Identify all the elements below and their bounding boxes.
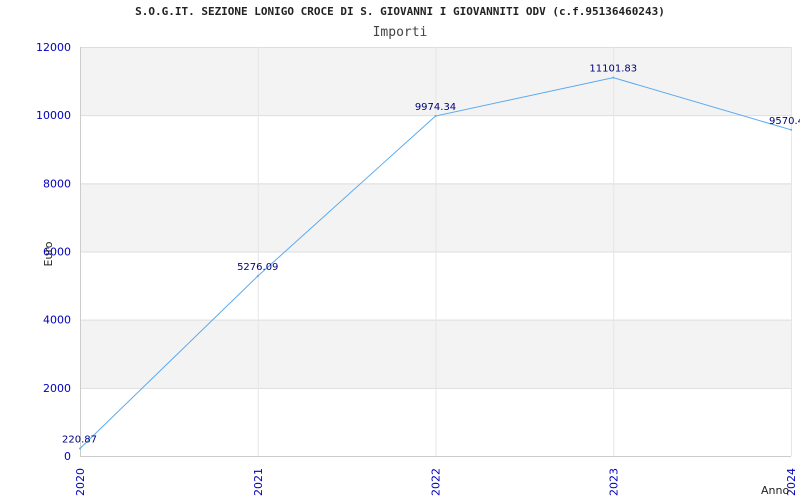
y-tick-label: 10000 — [36, 109, 71, 122]
y-tick-label: 2000 — [43, 382, 71, 395]
y-tick-label: 4000 — [43, 314, 71, 327]
data-label: 220.87 — [62, 434, 97, 445]
data-label: 9570.4 — [769, 116, 800, 127]
data-label: 5276.09 — [237, 262, 278, 273]
line-chart: 020004000600080001000012000 2020 2021 2022… — [36, 41, 800, 497]
data-point — [790, 128, 792, 131]
data-point — [434, 115, 437, 118]
y-tick-label: 12000 — [36, 41, 71, 54]
y-axis-label: Euro — [42, 241, 55, 266]
data-point — [256, 275, 259, 278]
data-point — [79, 447, 81, 450]
x-tick-labels: 2020 2021 2022 2023 2024 — [74, 468, 798, 496]
y-tick-label: 8000 — [43, 177, 71, 190]
x-tick-label: 2022 — [430, 468, 443, 496]
y-tick-label: 0 — [64, 450, 71, 463]
x-tick-label: 2023 — [607, 468, 620, 496]
x-tick-label: 2020 — [74, 468, 87, 496]
x-tick-label: 2021 — [252, 468, 265, 496]
x-axis-label: Anno — [761, 484, 789, 497]
data-label: 11101.83 — [589, 64, 637, 75]
data-label: 9974.34 — [415, 102, 456, 113]
data-point — [612, 76, 615, 79]
